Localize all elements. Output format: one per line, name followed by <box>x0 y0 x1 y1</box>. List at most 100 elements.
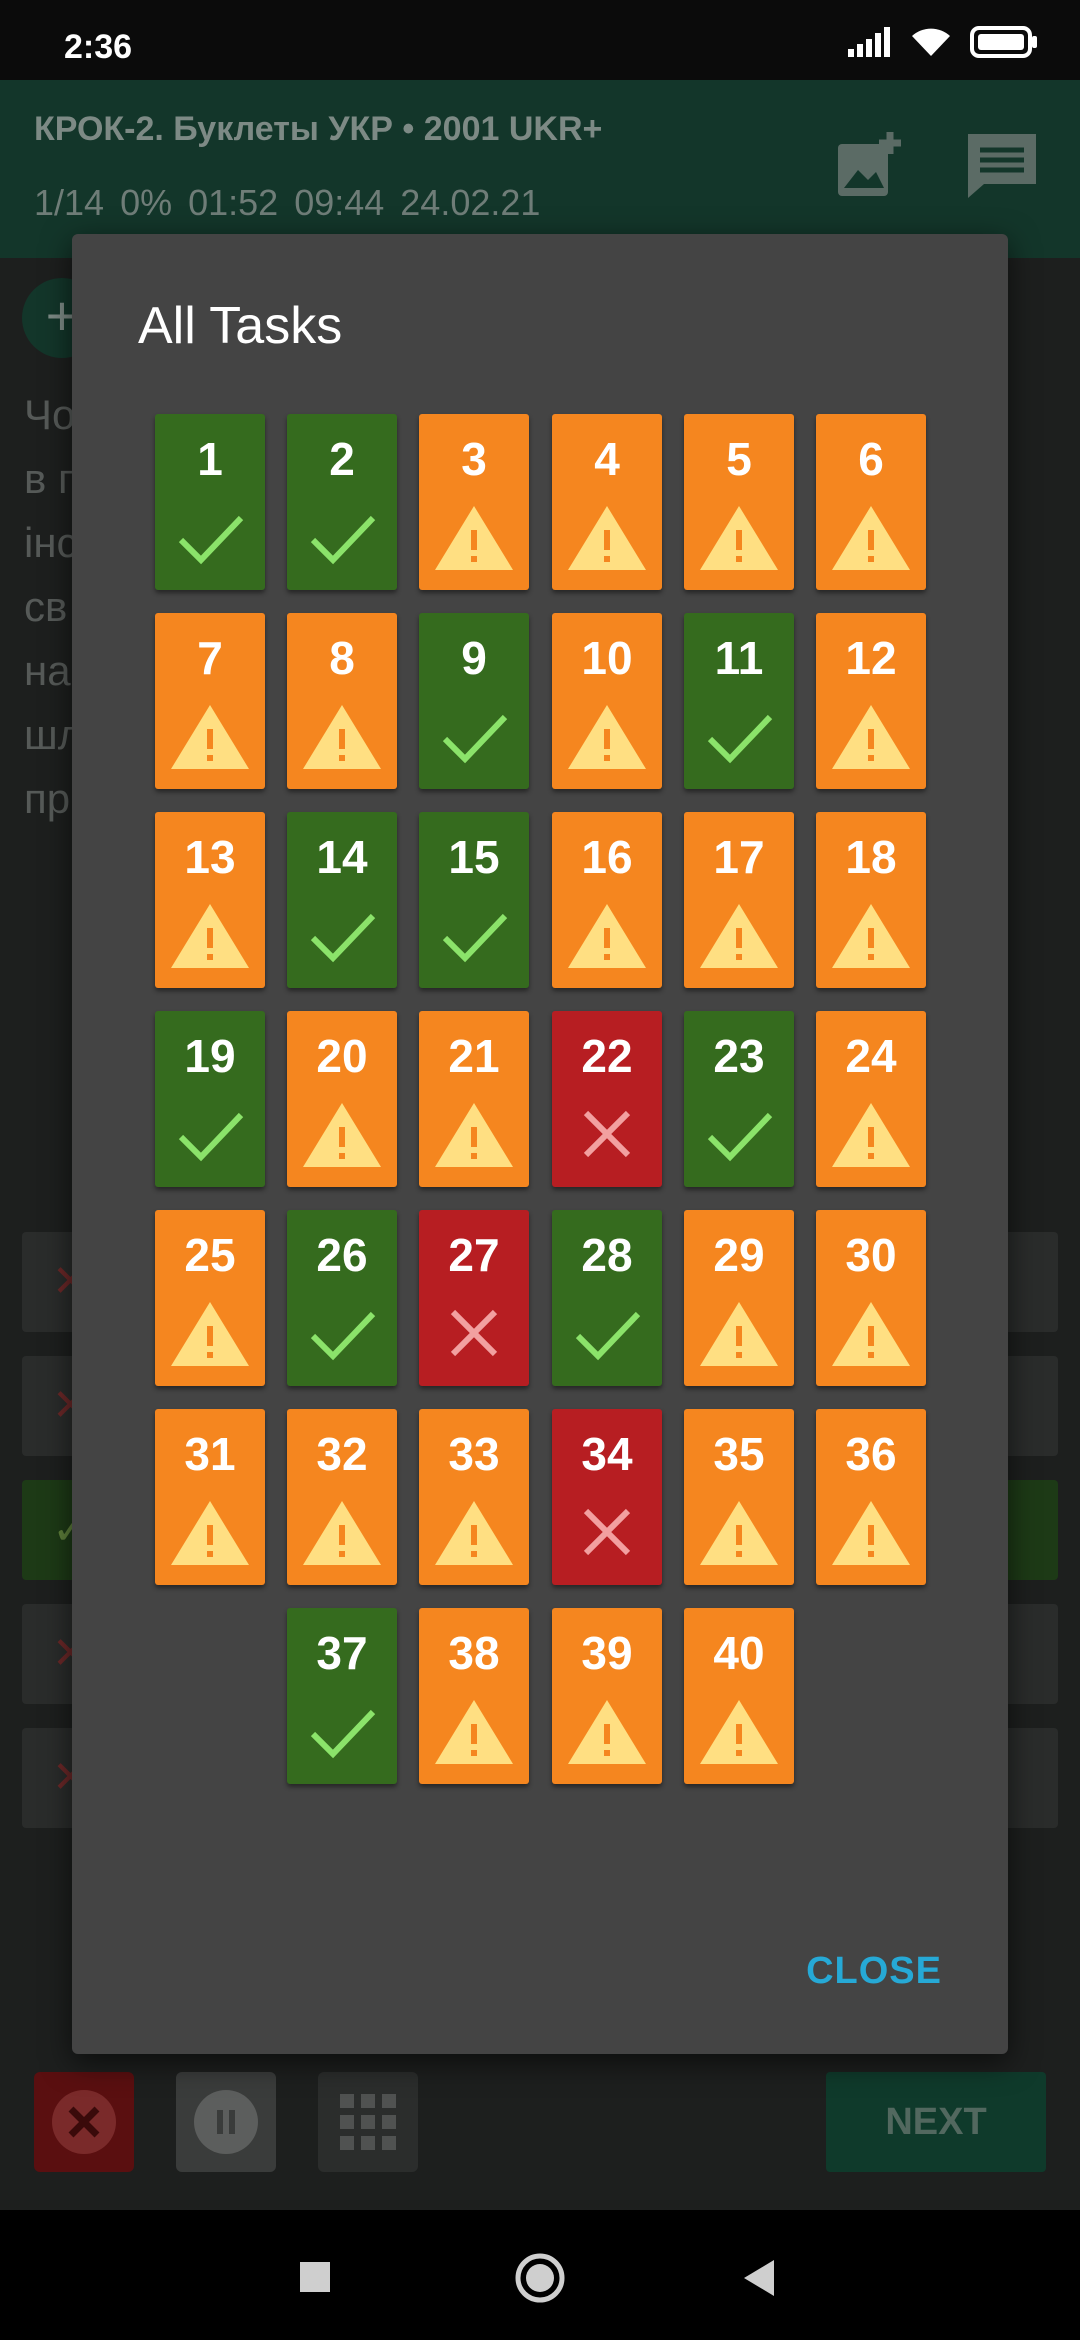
task-number: 15 <box>448 831 500 883</box>
task-tile-22[interactable]: 22 <box>552 1011 662 1187</box>
task-tile-8[interactable]: 8 <box>287 613 397 789</box>
task-tile-40[interactable]: 40 <box>684 1608 794 1784</box>
warning-icon <box>303 705 381 769</box>
task-tile-23[interactable]: 23 <box>684 1011 794 1187</box>
task-tile-1[interactable]: 1 <box>155 414 265 590</box>
grid-button[interactable] <box>318 2072 418 2172</box>
task-tile-24[interactable]: 24 <box>816 1011 926 1187</box>
task-tile-27[interactable]: 27 <box>419 1210 529 1386</box>
task-tile-17[interactable]: 17 <box>684 812 794 988</box>
warning-icon <box>435 1103 513 1167</box>
task-tile-35[interactable]: 35 <box>684 1409 794 1585</box>
task-tile-21[interactable]: 21 <box>419 1011 529 1187</box>
task-tile-14[interactable]: 14 <box>287 812 397 988</box>
task-number: 14 <box>316 831 368 883</box>
task-tile-33[interactable]: 33 <box>419 1409 529 1585</box>
pause-icon <box>194 2090 258 2154</box>
task-tile-20[interactable]: 20 <box>287 1011 397 1187</box>
home-icon[interactable] <box>514 2252 566 2304</box>
back-icon[interactable] <box>740 2258 780 2298</box>
warning-icon <box>171 1501 249 1565</box>
task-number: 35 <box>713 1428 765 1480</box>
warning-icon <box>700 1501 778 1565</box>
warning-icon <box>832 1302 910 1366</box>
wifi-icon <box>912 28 950 56</box>
next-button[interactable]: NEXT <box>826 2072 1046 2172</box>
task-number: 21 <box>448 1030 500 1082</box>
system-nav-bar <box>0 2210 1080 2340</box>
close-button[interactable]: CLOSE <box>806 1950 942 1993</box>
task-number: 27 <box>448 1229 500 1281</box>
task-number: 32 <box>316 1428 368 1480</box>
task-tile-2[interactable]: 2 <box>287 414 397 590</box>
warning-icon <box>435 506 513 570</box>
check-icon <box>310 913 376 963</box>
task-number: 22 <box>581 1030 633 1082</box>
task-tile-19[interactable]: 19 <box>155 1011 265 1187</box>
task-tile-34[interactable]: 34 <box>552 1409 662 1585</box>
task-tile-7[interactable]: 7 <box>155 613 265 789</box>
task-number: 9 <box>461 632 487 684</box>
task-tile-30[interactable]: 30 <box>816 1210 926 1386</box>
warning-icon <box>832 1501 910 1565</box>
task-tile-32[interactable]: 32 <box>287 1409 397 1585</box>
task-tile-5[interactable]: 5 <box>684 414 794 590</box>
task-tile-6[interactable]: 6 <box>816 414 926 590</box>
pause-button[interactable] <box>176 2072 276 2172</box>
warning-icon <box>700 904 778 968</box>
cancel-button[interactable] <box>34 2072 134 2172</box>
task-tile-3[interactable]: 3 <box>419 414 529 590</box>
task-tile-13[interactable]: 13 <box>155 812 265 988</box>
task-tile-37[interactable]: 37 <box>287 1608 397 1784</box>
warning-icon <box>435 1501 513 1565</box>
grid-icon <box>340 2094 396 2150</box>
check-icon <box>310 515 376 565</box>
task-tile-28[interactable]: 28 <box>552 1210 662 1386</box>
recents-icon[interactable] <box>298 2260 332 2294</box>
task-tile-11[interactable]: 11 <box>684 613 794 789</box>
warning-icon <box>303 1103 381 1167</box>
task-number: 2 <box>329 433 355 485</box>
task-tile-15[interactable]: 15 <box>419 812 529 988</box>
task-tile-4[interactable]: 4 <box>552 414 662 590</box>
signal-icon <box>848 27 890 57</box>
task-number: 29 <box>713 1229 765 1281</box>
task-tile-9[interactable]: 9 <box>419 613 529 789</box>
app-title: КРОК-2. Буклеты УКР • 2001 UKR+ <box>34 110 603 148</box>
check-icon <box>442 913 508 963</box>
close-circle-icon <box>52 2090 116 2154</box>
task-number: 28 <box>581 1229 633 1281</box>
task-number: 6 <box>858 433 884 485</box>
cross-icon <box>583 1508 631 1556</box>
status-bar: 2:36 <box>0 0 1080 80</box>
task-number: 39 <box>581 1627 633 1679</box>
task-tile-39[interactable]: 39 <box>552 1608 662 1784</box>
status-icons <box>848 26 1040 58</box>
warning-icon <box>568 1700 646 1764</box>
task-tile-31[interactable]: 31 <box>155 1409 265 1585</box>
warning-icon <box>832 1103 910 1167</box>
task-tile-38[interactable]: 38 <box>419 1608 529 1784</box>
task-tile-26[interactable]: 26 <box>287 1210 397 1386</box>
task-number: 17 <box>713 831 765 883</box>
task-number: 13 <box>184 831 236 883</box>
task-tile-29[interactable]: 29 <box>684 1210 794 1386</box>
add-image-icon[interactable] <box>832 126 912 206</box>
task-tile-10[interactable]: 10 <box>552 613 662 789</box>
task-tile-18[interactable]: 18 <box>816 812 926 988</box>
task-tile-36[interactable]: 36 <box>816 1409 926 1585</box>
task-number: 25 <box>184 1229 236 1281</box>
comment-icon[interactable] <box>962 126 1042 206</box>
task-number: 16 <box>581 831 633 883</box>
task-number: 24 <box>845 1030 897 1082</box>
task-number: 20 <box>316 1030 368 1082</box>
warning-icon <box>568 705 646 769</box>
task-number: 1 <box>197 433 223 485</box>
app-header: КРОК-2. Буклеты УКР • 2001 UKR+ 1/14 0% … <box>0 80 1080 258</box>
task-number: 38 <box>448 1627 500 1679</box>
warning-icon <box>568 506 646 570</box>
task-tile-16[interactable]: 16 <box>552 812 662 988</box>
task-tile-12[interactable]: 12 <box>816 613 926 789</box>
warning-icon <box>832 705 910 769</box>
task-tile-25[interactable]: 25 <box>155 1210 265 1386</box>
